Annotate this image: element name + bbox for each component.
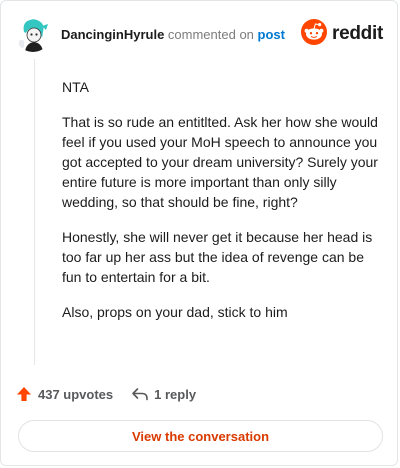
comment-paragraph: Honestly, she will never get it because … xyxy=(62,229,373,285)
thread-line xyxy=(34,59,35,365)
username[interactable]: DancinginHyrule xyxy=(61,27,164,42)
view-conversation-button[interactable]: View the conversation xyxy=(18,420,383,452)
upvote-button[interactable]: 437 upvotes xyxy=(16,386,113,402)
comment-card: DancinginHyrule commented on post reddit xyxy=(0,0,398,466)
comment-paragraph: Also, props on your dad, stick to him xyxy=(62,304,288,320)
reddit-brand[interactable]: reddit xyxy=(301,18,383,50)
comment-paragraph: NTA xyxy=(62,79,89,95)
user-avatar[interactable] xyxy=(15,16,51,52)
comment-body: NTA That is so rude an entitlted. Ask he… xyxy=(62,77,380,337)
reddit-wordmark: reddit xyxy=(332,23,383,44)
post-link[interactable]: post xyxy=(258,27,285,42)
reddit-logo-icon xyxy=(301,18,328,50)
comment-paragraph: That is so rude an entitlted. Ask her ho… xyxy=(62,114,378,210)
comment-header: DancinginHyrule commented on post reddit xyxy=(15,15,383,53)
upvote-arrow-icon xyxy=(16,386,32,402)
reply-arrow-icon xyxy=(131,386,149,402)
comment-actions: 437 upvotes 1 reply xyxy=(16,386,196,402)
action-text: commented on xyxy=(167,26,254,42)
reply-button[interactable]: 1 reply xyxy=(131,386,196,402)
comment-meta: DancinginHyrule commented on post xyxy=(61,27,285,42)
reply-count: 1 reply xyxy=(154,386,197,402)
upvote-count: 437 upvotes xyxy=(38,386,114,402)
